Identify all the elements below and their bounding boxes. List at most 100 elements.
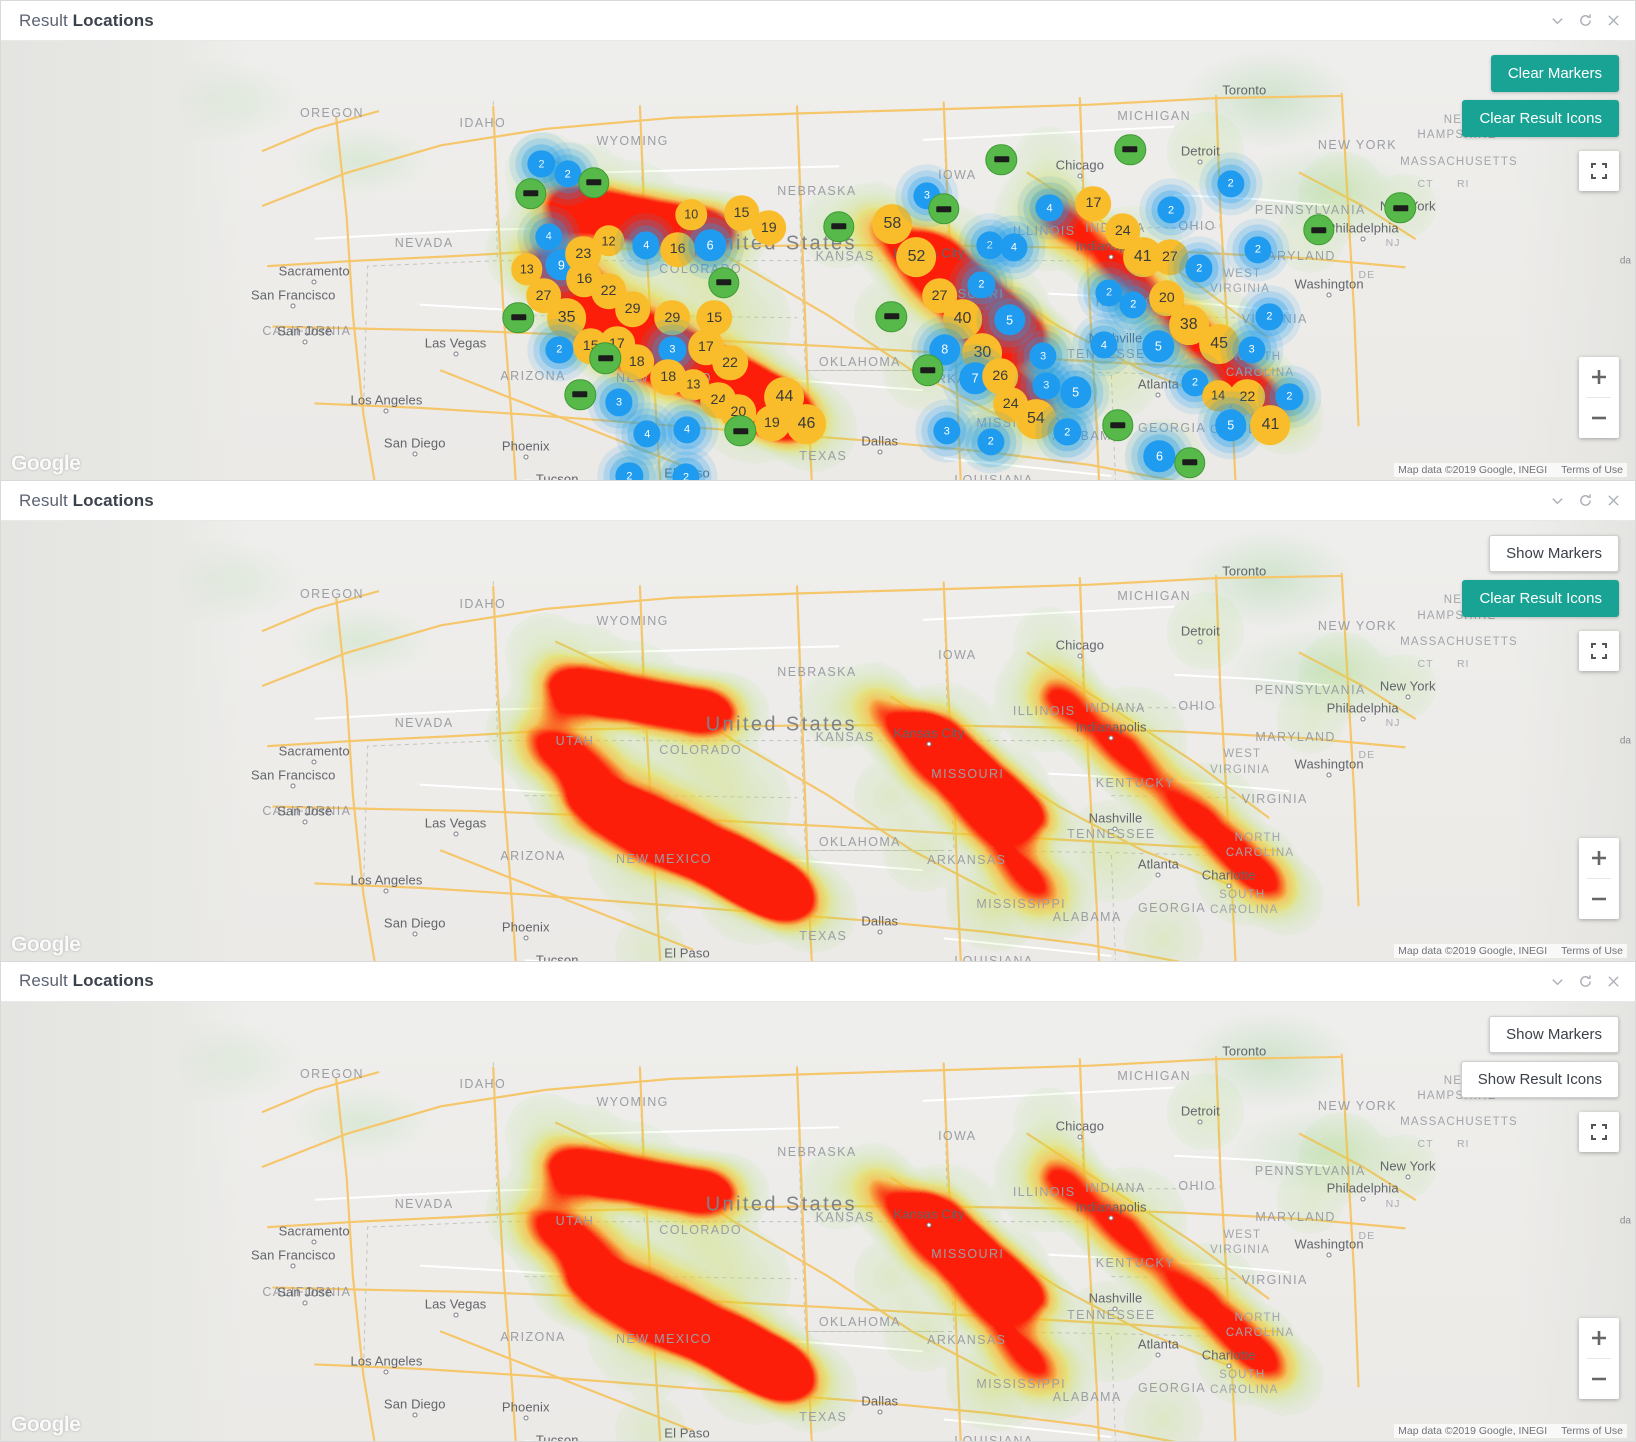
close-icon[interactable]	[1606, 13, 1621, 28]
clear-markers-button[interactable]: Clear Markers	[1490, 55, 1619, 92]
map-marker-cluster[interactable]: 4	[535, 222, 563, 251]
terms-of-use-link[interactable]: Terms of Use	[1561, 1425, 1623, 1437]
map-canvas: OREGON IDAHO WYOMING NEBRASKA IOWA MICHIGAN NE…	[1, 41, 1635, 481]
cluster-count: 29	[614, 291, 651, 327]
attribution-text: Map data ©2019 Google, INEGI	[1398, 464, 1548, 477]
map-marker-cluster[interactable]: 3	[1029, 342, 1057, 370]
show-markers-button[interactable]: Show Markers	[1489, 535, 1619, 573]
map-marker-cluster[interactable]: 2	[1053, 418, 1081, 446]
map-marker-cluster[interactable]: 3	[1238, 336, 1266, 364]
map-marker-cluster[interactable]: 4	[1000, 233, 1028, 262]
fullscreen-button[interactable]	[1579, 151, 1619, 191]
fullscreen-button[interactable]	[1579, 631, 1619, 672]
clear-result-icons-button[interactable]: Clear Result Icons	[1462, 100, 1619, 137]
panel-result-locations-icons: Result Locations OREGON IDAHO WYOMING NE…	[0, 481, 1636, 962]
show-markers-button[interactable]: Show Markers	[1489, 1015, 1619, 1053]
map-marker-cluster[interactable]: 2	[527, 150, 556, 178]
zoom-out-button[interactable]	[1579, 398, 1619, 438]
cluster-count: 5	[993, 304, 1026, 336]
map-marker-cluster[interactable]: 2	[1185, 254, 1213, 282]
page-title: Result Locations	[19, 491, 154, 511]
map-marker-cluster[interactable]: 2	[1119, 290, 1147, 319]
show-result-icons-button[interactable]: Show Result Icons	[1460, 1060, 1619, 1098]
refresh-icon[interactable]	[1578, 974, 1593, 989]
terms-of-use-link[interactable]: Terms of Use	[1561, 945, 1623, 957]
chevron-down-icon[interactable]	[1550, 493, 1565, 508]
cluster-count: 3	[1029, 342, 1057, 370]
map-marker-cluster[interactable]: 5	[1059, 376, 1092, 409]
close-icon[interactable]	[1606, 974, 1621, 989]
city-dot	[1155, 392, 1161, 398]
map-marker-cluster[interactable]: 3	[605, 388, 633, 416]
map-marker-cluster[interactable]: 4	[633, 420, 661, 448]
result-icon-glyph	[936, 206, 952, 213]
close-icon[interactable]	[1606, 493, 1621, 508]
city-dot	[302, 1300, 308, 1306]
map-marker-cluster[interactable]: 2	[545, 336, 573, 364]
cluster-count: 2	[672, 463, 700, 481]
map-marker-cluster[interactable]: 4	[632, 231, 660, 259]
zoom-in-button[interactable]	[1579, 1318, 1619, 1358]
map-marker-cluster[interactable]: 52	[896, 237, 937, 278]
map-marker-cluster[interactable]: 3	[1032, 372, 1060, 400]
map-marker-cluster[interactable]: 5	[1214, 409, 1247, 442]
map-marker-cluster[interactable]: 2	[1244, 236, 1272, 264]
map-marker-cluster[interactable]: 19	[754, 405, 790, 442]
attribution-text: Map data ©2019 Google, INEGI	[1398, 944, 1548, 957]
cluster-count: 10	[675, 198, 707, 231]
map-marker-cluster[interactable]: 45	[1199, 324, 1240, 365]
map-marker-cluster[interactable]: 12	[592, 225, 625, 257]
clear-result-icons-button[interactable]: Clear Result Icons	[1462, 580, 1619, 618]
zoom-out-button[interactable]	[1579, 879, 1619, 919]
panel-result-locations-heatmap: Result Locations OREGON IDAHO WYOMING NE…	[0, 961, 1636, 1442]
map-marker-cluster[interactable]: 29	[614, 291, 651, 327]
map-marker-cluster[interactable]: 19	[750, 209, 787, 246]
map-marker-cluster[interactable]: 2	[977, 428, 1005, 456]
city-dot	[311, 1239, 317, 1245]
map-viewport-1[interactable]: OREGON IDAHO WYOMING NEBRASKA IOWA MICHIGAN NE…	[1, 41, 1635, 481]
map-marker-cluster[interactable]: 18	[618, 343, 655, 380]
map-marker-cluster[interactable]: 41	[1250, 405, 1291, 446]
map-marker-cluster[interactable]: 6	[694, 229, 726, 261]
map-marker-cluster[interactable]: 54	[1015, 398, 1056, 439]
map-marker-cluster[interactable]: 2	[1255, 303, 1284, 331]
cluster-count: 5	[1059, 376, 1092, 409]
map-marker-cluster[interactable]: 2	[615, 462, 644, 481]
map-marker-cluster[interactable]: 6	[1143, 440, 1176, 472]
map-marker-cluster[interactable]: 4	[673, 416, 701, 444]
zoom-in-button[interactable]	[1579, 357, 1619, 397]
panel-title-light: Result	[19, 490, 68, 510]
chevron-down-icon[interactable]	[1550, 974, 1565, 989]
map-viewport-2[interactable]: OREGON IDAHO WYOMING NEBRASKA IOWA MICHIGAN NE…	[1, 521, 1635, 961]
map-edge-label: da	[1619, 735, 1631, 747]
map-marker-cluster[interactable]: 5	[993, 304, 1026, 336]
map-marker-cluster[interactable]: 4	[1090, 331, 1118, 359]
map-attribution: Map data ©2019 Google, INEGI Terms of Us…	[1394, 943, 1627, 958]
map-marker-cluster[interactable]: 27	[1152, 239, 1188, 276]
map-attribution: Map data ©2019 Google, INEGI Terms of Us…	[1394, 463, 1627, 478]
refresh-icon[interactable]	[1578, 493, 1593, 508]
zoom-in-button[interactable]	[1579, 838, 1619, 878]
zoom-out-button[interactable]	[1579, 1359, 1619, 1399]
map-marker-cluster[interactable]: 2	[1157, 196, 1185, 224]
map-marker-cluster[interactable]: 10	[675, 198, 707, 231]
chevron-down-icon[interactable]	[1550, 13, 1565, 28]
city-dot	[877, 929, 883, 935]
map-marker-cluster[interactable]: 16	[659, 231, 696, 268]
map-marker-cluster[interactable]: 2	[967, 271, 995, 299]
refresh-icon[interactable]	[1578, 13, 1593, 28]
map-marker-cluster[interactable]: 46	[786, 404, 827, 445]
terms-of-use-link[interactable]: Terms of Use	[1561, 464, 1623, 476]
map-viewport-3[interactable]: OREGON IDAHO WYOMING NEBRASKA IOWA MICHIGAN NE…	[1, 1001, 1635, 1441]
map-marker-cluster[interactable]: 29	[654, 299, 691, 336]
cluster-count: 3	[933, 417, 961, 445]
map-marker-cluster[interactable]: 2	[672, 463, 700, 481]
map-marker-cluster[interactable]: 3	[933, 417, 961, 445]
map-marker-cluster[interactable]: 2	[1217, 170, 1245, 198]
cluster-count: 3	[605, 388, 633, 416]
map-marker-cluster[interactable]: 22	[712, 344, 748, 381]
result-icon-glyph	[523, 190, 539, 197]
fullscreen-button[interactable]	[1579, 1111, 1619, 1152]
map-marker-cluster[interactable]: 4	[1035, 194, 1064, 222]
result-icon-glyph	[597, 355, 613, 362]
